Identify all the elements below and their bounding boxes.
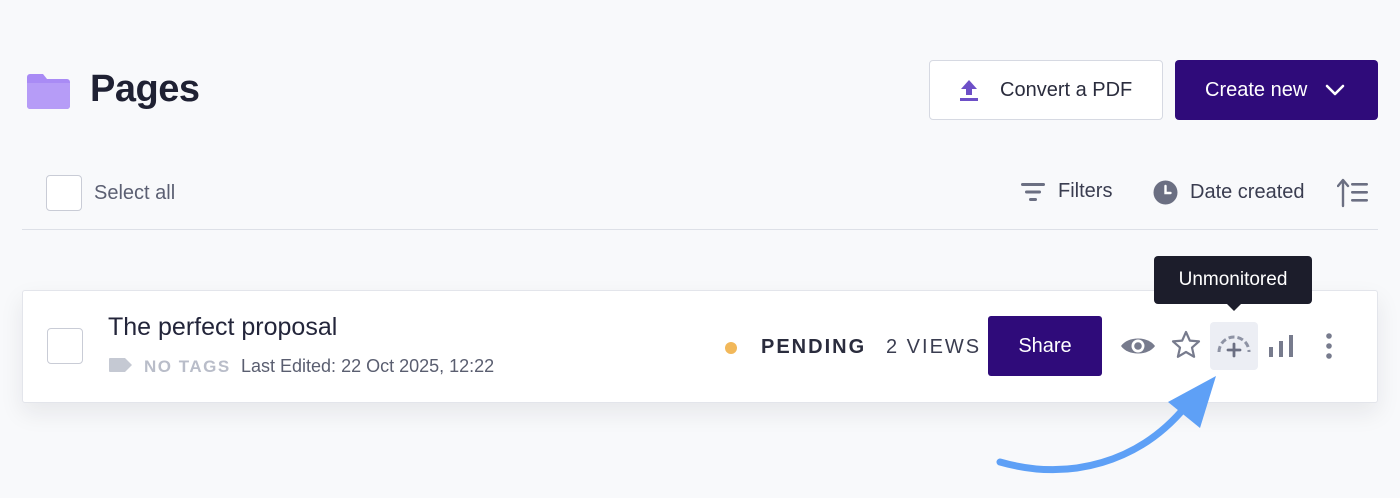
preview-button[interactable] — [1119, 329, 1157, 363]
create-new-label: Create new — [1205, 78, 1308, 101]
tooltip: Unmonitored — [1154, 256, 1312, 311]
monitor-button[interactable] — [1210, 322, 1258, 370]
monitor-icon — [1217, 335, 1251, 358]
folder-icon — [27, 74, 70, 109]
clock-icon — [1153, 180, 1178, 205]
convert-pdf-button[interactable]: Convert a PDF — [929, 60, 1163, 120]
sort-by-button[interactable]: Date created — [1153, 180, 1305, 205]
views-count: 2 VIEWS — [886, 336, 982, 358]
more-button[interactable] — [1319, 331, 1339, 361]
annotation-arrow-icon — [996, 376, 1216, 474]
share-button[interactable]: Share — [988, 316, 1102, 376]
select-all-checkbox[interactable] — [46, 175, 82, 211]
upload-icon — [960, 80, 978, 101]
last-edited: Last Edited: 22 Oct 2025, 12:22 — [241, 356, 495, 376]
tag-icon — [109, 358, 132, 372]
bar-chart-icon — [1269, 335, 1293, 357]
sort-order-icon[interactable] — [1337, 178, 1369, 208]
star-icon — [1171, 330, 1201, 358]
select-all-label[interactable]: Select all — [94, 182, 175, 205]
status-dot — [725, 342, 737, 354]
page-title: Pages — [90, 68, 200, 110]
no-tags-label[interactable]: NO TAGS — [144, 357, 231, 377]
page: Pages Convert a PDF Create new Select al… — [0, 0, 1400, 498]
row-title[interactable]: The perfect proposal — [108, 313, 337, 342]
status-badge: PENDING — [761, 336, 867, 358]
stats-button[interactable] — [1267, 331, 1295, 361]
sort-by-label: Date created — [1190, 181, 1305, 203]
filters-button[interactable]: Filters — [1020, 180, 1112, 203]
more-vertical-icon — [1326, 333, 1332, 359]
filters-label: Filters — [1058, 180, 1113, 202]
eye-icon — [1121, 338, 1155, 354]
toolbar-divider — [22, 229, 1378, 230]
chevron-down-icon — [1325, 84, 1345, 96]
filter-icon — [1021, 182, 1045, 201]
favorite-button[interactable] — [1169, 328, 1203, 362]
row-checkbox[interactable] — [47, 328, 83, 364]
create-new-button[interactable]: Create new — [1175, 60, 1378, 120]
convert-pdf-label: Convert a PDF — [1000, 78, 1133, 101]
